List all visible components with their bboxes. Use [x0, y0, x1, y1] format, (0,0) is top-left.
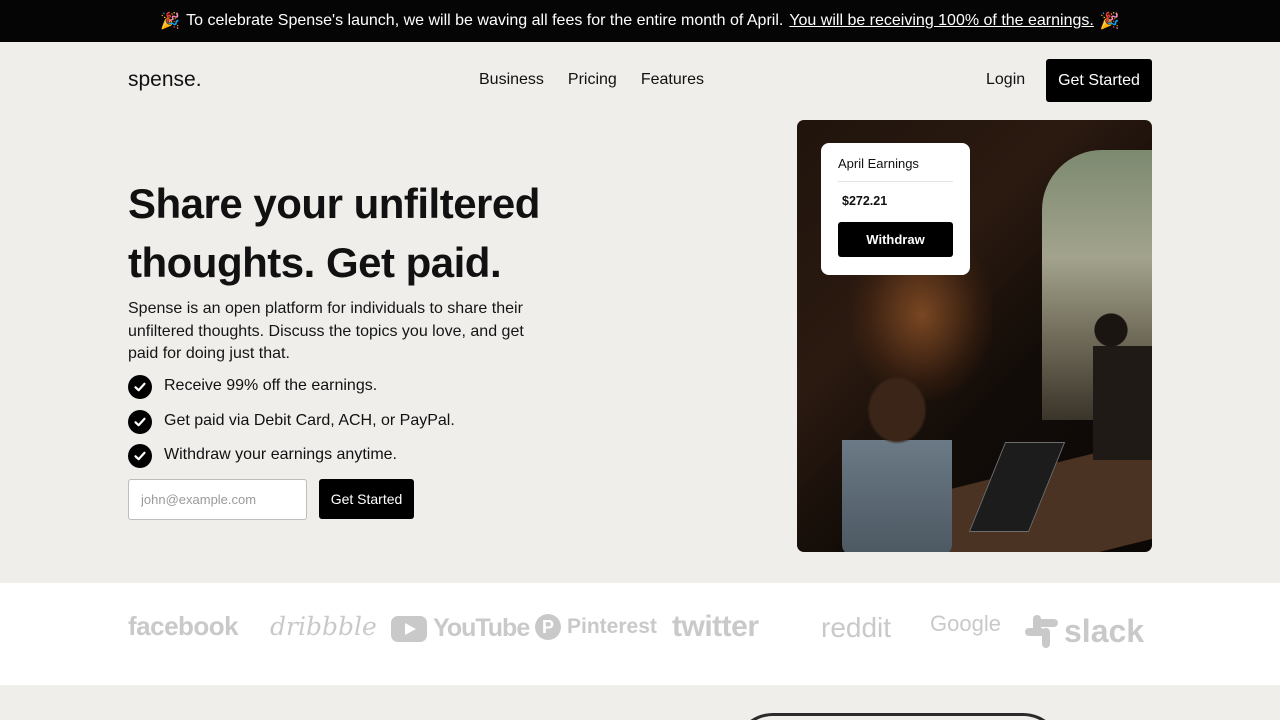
earnings-title: April Earnings — [838, 156, 953, 182]
twitter-wordmark: twitter — [672, 610, 759, 643]
spense-logo[interactable]: spense. — [128, 68, 202, 92]
announcement-link[interactable]: You will be receiving 100% of the earnin… — [789, 12, 1094, 30]
slack-wordmark: slack — [1064, 613, 1145, 649]
nav-link-business[interactable]: Business — [479, 71, 544, 89]
party-emoji-left: 🎉 — [160, 13, 181, 30]
facebook-logo: facebook — [128, 611, 239, 642]
dribbble-wordmark: dribbble — [270, 612, 377, 641]
hero-get-started-button[interactable]: Get Started — [319, 479, 414, 519]
checkmark-icon — [128, 375, 152, 399]
google-logo: Google — [930, 611, 1001, 637]
phone-mockup-top — [733, 713, 1063, 720]
feature-text: Receive 99% off the earnings. — [164, 377, 378, 394]
slack-logo: slack — [1025, 613, 1144, 650]
top-navigation: spense. Business Pricing Features Login … — [0, 42, 1280, 120]
twitter-logo: twitter — [672, 610, 759, 644]
hero-description: Spense is an open platform for individua… — [128, 300, 524, 362]
pinterest-wordmark: Pinterest — [567, 615, 657, 638]
party-emoji-right: 🎉 — [1099, 13, 1120, 30]
email-input[interactable] — [128, 479, 307, 520]
youtube-logo: YouTube — [391, 614, 530, 643]
login-link[interactable]: Login — [986, 71, 1025, 89]
reddit-logo: reddit — [821, 612, 891, 644]
withdraw-button[interactable]: Withdraw — [838, 222, 953, 257]
checkmark-icon — [128, 409, 152, 434]
feature-text: Withdraw your earnings anytime. — [164, 446, 397, 463]
earnings-amount: $272.21 — [842, 194, 888, 208]
feature-item: Receive 99% off the earnings. — [128, 375, 455, 410]
reddit-wordmark: reddit — [821, 612, 892, 643]
hero-title: Share your unfiltered thoughts. Get paid… — [128, 180, 540, 286]
google-wordmark: Google — [930, 611, 1001, 636]
nav-link-pricing[interactable]: Pricing — [568, 71, 617, 89]
announcement-bar: 🎉 To celebrate Spense's launch, we will … — [0, 0, 1280, 42]
nav-link-features[interactable]: Features — [641, 71, 704, 89]
earnings-card: April Earnings $272.21 Withdraw — [821, 143, 970, 275]
pinterest-p-icon: P — [535, 614, 561, 640]
pinterest-logo: P Pinterest — [535, 614, 657, 640]
youtube-wordmark: YouTube — [433, 614, 530, 642]
feature-list: Receive 99% off the earnings. Get paid v… — [128, 375, 455, 479]
dribbble-logo: dribbble — [270, 612, 377, 641]
partner-logos: facebook dribbble YouTube P Pinterest tw… — [0, 583, 1280, 685]
feature-text: Get paid via Debit Card, ACH, or PayPal. — [164, 411, 455, 429]
woman-with-laptop — [842, 365, 952, 552]
checkmark-icon — [128, 444, 152, 468]
nav-links: Business Pricing Features — [479, 71, 704, 89]
facebook-wordmark: facebook — [128, 611, 239, 641]
slack-hash-icon — [1025, 615, 1058, 648]
nav-get-started-button[interactable]: Get Started — [1046, 59, 1152, 102]
feature-item: Withdraw your earnings anytime. — [128, 444, 455, 479]
background-person — [1093, 310, 1152, 460]
play-icon — [391, 615, 427, 642]
announcement-text: To celebrate Spense's launch, we will be… — [186, 12, 784, 29]
feature-item: Get paid via Debit Card, ACH, or PayPal. — [128, 409, 455, 445]
next-section-card — [128, 685, 1152, 720]
